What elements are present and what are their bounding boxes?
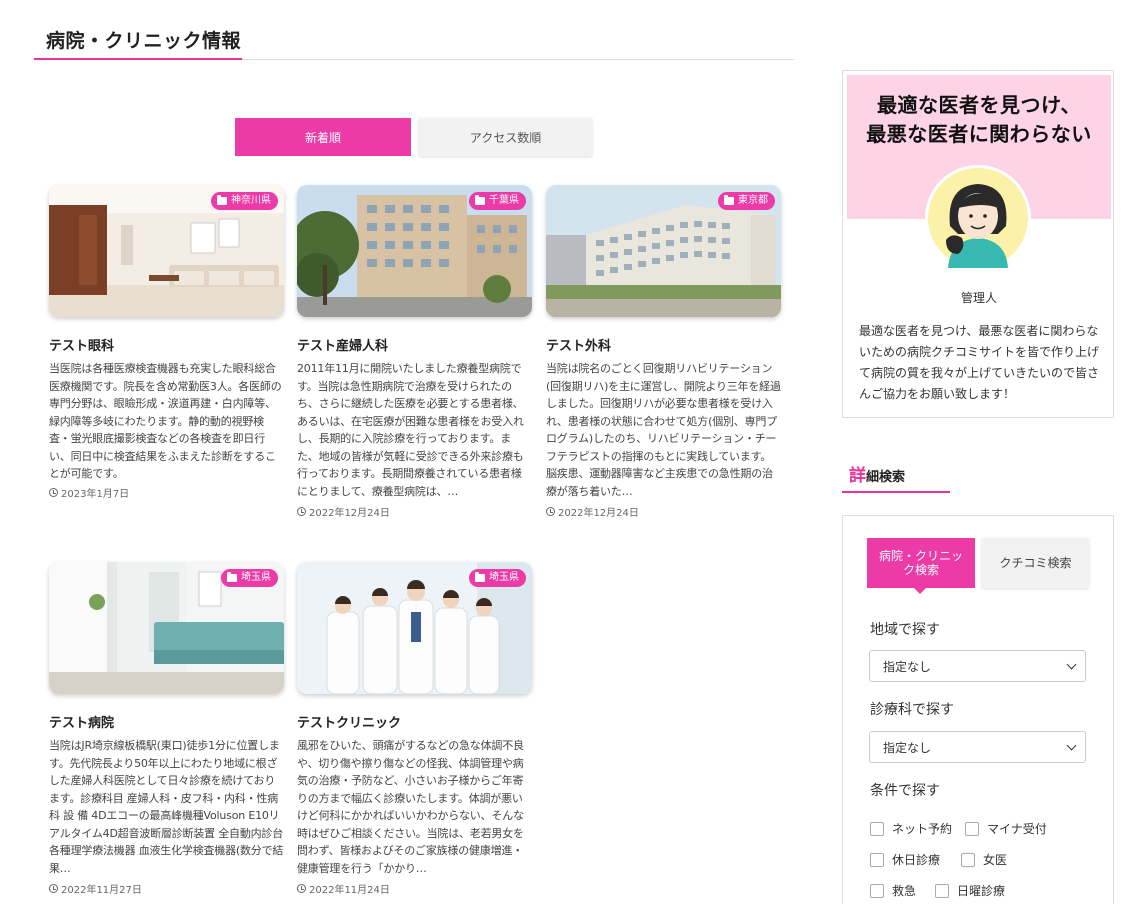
- card-title[interactable]: テスト眼科: [49, 335, 284, 354]
- card-description: 当院はJR埼京線板橋駅(東口)徒歩1分に位置します。先代院長より50年以上にわた…: [49, 739, 284, 875]
- region-select[interactable]: 指定なし: [869, 650, 1086, 682]
- dept-label: 診療科で探す: [870, 702, 954, 718]
- search-widget: 病院・クリニック検索 クチコミ検索 地域で探す 指定なし 診療科で探す 指定なし…: [842, 515, 1114, 904]
- author-name: 管理人: [960, 291, 997, 305]
- checkbox-net-reservation[interactable]: ネット予約: [870, 820, 952, 837]
- profile-widget: 最適な医者を見つけ、 最悪な医者に関わらない 管理人 最適な医者を見つけ、最悪な…: [842, 70, 1114, 418]
- chevron-down-icon: [1066, 659, 1077, 670]
- card-image[interactable]: 神奈川県: [49, 185, 284, 317]
- checkbox[interactable]: [870, 821, 884, 836]
- card-image[interactable]: 東京都: [546, 185, 781, 317]
- folder-icon: [217, 195, 227, 205]
- card-title[interactable]: テストクリニック: [297, 712, 532, 731]
- card-date: 2023年1月7日: [49, 485, 284, 500]
- clinic-card[interactable]: 東京都 テスト外科 当院は院名のごとく回復期リハビリテーション(回復期リハ)を主…: [546, 185, 781, 519]
- admin-avatar-icon: [928, 168, 1028, 268]
- tab-clinic-search[interactable]: 病院・クリニック検索: [867, 538, 975, 594]
- checkbox-female-doctor[interactable]: 女医: [961, 851, 1007, 868]
- card-image[interactable]: 埼玉県: [297, 562, 532, 694]
- page-title: 病院・クリニック情報: [46, 30, 242, 52]
- checkbox[interactable]: [961, 852, 975, 867]
- card-date: 2022年12月24日: [297, 504, 532, 519]
- checkbox[interactable]: [870, 883, 884, 898]
- clock-icon: [49, 488, 58, 497]
- folder-icon: [475, 572, 485, 582]
- checkbox-sunday[interactable]: 日曜診療: [935, 882, 1005, 899]
- region-badge[interactable]: 埼玉県: [469, 569, 526, 587]
- card-image[interactable]: 千葉県: [297, 185, 532, 317]
- checkbox[interactable]: [870, 852, 884, 867]
- region-badge[interactable]: 千葉県: [469, 192, 526, 210]
- tab-review-search[interactable]: クチコミ検索: [982, 538, 1089, 588]
- avatar: [925, 165, 1031, 271]
- region-label: 地域で探す: [870, 622, 940, 638]
- folder-icon: [724, 195, 734, 205]
- profile-description: 最適な医者を見つけ、最悪な医者に関わらないための病院クチコミサイトを皆で作り上げ…: [859, 324, 1100, 401]
- card-date: 2022年11月27日: [49, 881, 284, 896]
- checkbox[interactable]: [935, 883, 949, 898]
- condition-label: 条件で探す: [870, 783, 940, 799]
- clinic-card[interactable]: 神奈川県 テスト眼科 当医院は各種医療検査機器も充実した眼科総合医療機関です。院…: [49, 185, 284, 500]
- clinic-card[interactable]: 千葉県 テスト産婦人科 2011年11月に開院いたしました療養型病院です。当院は…: [297, 185, 532, 519]
- clinic-card[interactable]: 埼玉県 テストクリニック 風邪をひいた、頭痛がするなどの急な体調不良や、切り傷や…: [297, 562, 532, 896]
- banner-text: 最適な医者を見つけ、 最悪な医者に関わらない: [866, 93, 1092, 146]
- card-date: 2022年12月24日: [546, 504, 781, 519]
- card-title[interactable]: テスト産婦人科: [297, 335, 532, 354]
- card-title[interactable]: テスト外科: [546, 335, 781, 354]
- folder-icon: [227, 572, 237, 582]
- clock-icon: [297, 507, 306, 516]
- dept-select[interactable]: 指定なし: [869, 731, 1086, 763]
- region-badge[interactable]: 神奈川県: [211, 192, 278, 210]
- checkbox[interactable]: [965, 821, 979, 836]
- card-title[interactable]: テスト病院: [49, 712, 284, 731]
- card-description: 当院は院名のごとく回復期リハビリテーション(回復期リハ)を主に運営し、開院より三…: [546, 362, 781, 498]
- folder-icon: [475, 195, 485, 205]
- region-badge[interactable]: 東京都: [718, 192, 775, 210]
- card-description: 2011年11月に開院いたしました療養型病院です。当院は急性期病院で治療を受けら…: [297, 362, 524, 498]
- tab-newest[interactable]: 新着順: [235, 118, 411, 156]
- checkbox-holiday[interactable]: 休日診療: [870, 851, 940, 868]
- search-heading-accent: [842, 491, 950, 493]
- chevron-down-icon: [1066, 740, 1077, 751]
- region-badge[interactable]: 埼玉県: [221, 569, 278, 587]
- card-image[interactable]: 埼玉県: [49, 562, 284, 694]
- title-accent-line: [34, 58, 242, 60]
- card-description: 風邪をひいた、頭痛がするなどの急な体調不良や、切り傷や擦り傷などの怪我、体調管理…: [297, 739, 524, 875]
- card-date: 2022年11月24日: [297, 881, 532, 896]
- clock-icon: [297, 884, 306, 893]
- clock-icon: [49, 884, 58, 893]
- card-description: 当医院は各種医療検査機器も充実した眼科総合医療機関です。院長を含め常勤医3人。各…: [49, 362, 282, 480]
- clock-icon: [546, 507, 555, 516]
- checkbox-myna[interactable]: マイナ受付: [965, 820, 1047, 837]
- clinic-card[interactable]: 埼玉県 テスト病院 当院はJR埼京線板橋駅(東口)徒歩1分に位置します。先代院長…: [49, 562, 284, 896]
- tab-access[interactable]: アクセス数順: [419, 118, 592, 156]
- checkbox-emergency[interactable]: 救急: [870, 882, 916, 899]
- search-heading: 詳細検索: [849, 466, 906, 486]
